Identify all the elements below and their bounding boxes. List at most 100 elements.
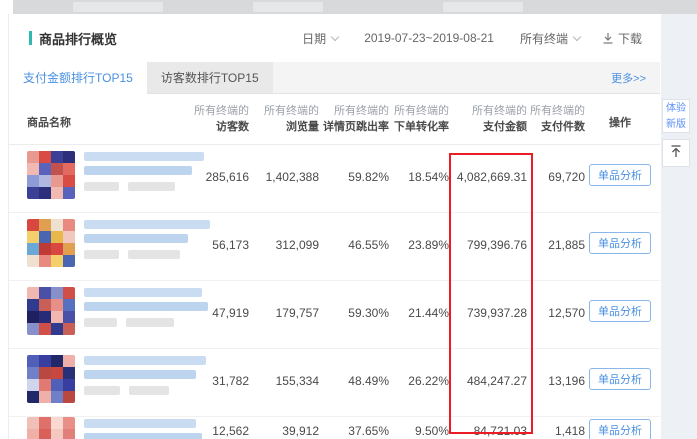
product-thumbnail[interactable] xyxy=(27,151,75,199)
bounce-rate-value: 59.30% xyxy=(319,307,389,348)
download-button[interactable]: 下载 xyxy=(602,30,642,47)
conversion-rate-value: 21.44% xyxy=(389,307,449,348)
conversion-rate-value: 18.54% xyxy=(389,171,449,212)
visitors-value: 47,919 xyxy=(187,307,249,348)
views-value: 312,099 xyxy=(249,239,319,280)
payment-items-value: 21,885 xyxy=(527,239,585,280)
views-value: 155,334 xyxy=(249,375,319,416)
payment-items-value: 1,418 xyxy=(527,425,585,439)
views-value: 39,912 xyxy=(249,425,319,439)
chevron-down-icon xyxy=(331,32,339,40)
back-to-top-button[interactable] xyxy=(662,139,690,167)
views-value: 179,757 xyxy=(249,307,319,348)
date-range-value[interactable]: 2019-07-23~2019-08-21 xyxy=(364,31,494,45)
header-prefix: 所有终端的 xyxy=(319,104,389,119)
metric-column-headers: 所有终端的访客数所有终端的浏览量所有终端的详情页跳出率所有终端的下单转化率所有终… xyxy=(187,94,585,144)
item-analysis-button[interactable]: 单品分析 xyxy=(589,300,651,322)
conversion-rate-value: 23.89% xyxy=(389,239,449,280)
title-accent-bar xyxy=(29,31,32,45)
payment-amount-value: 799,396.76 xyxy=(449,239,527,280)
header-prefix: 所有终端的 xyxy=(389,104,449,119)
column-header-product-name: 商品名称 xyxy=(27,94,187,144)
bounce-rate-value: 59.82% xyxy=(319,171,389,212)
header-metric-name: 浏览量 xyxy=(249,119,319,135)
header-metric-name: 访客数 xyxy=(187,119,249,135)
header-controls: 日期 2019-07-23~2019-08-21 所有终端 下载 xyxy=(302,30,660,47)
visitors-value: 31,782 xyxy=(187,375,249,416)
product-cell xyxy=(27,145,187,212)
header-metric-name: 支付件数 xyxy=(527,119,585,135)
item-analysis-button[interactable]: 单品分析 xyxy=(589,232,651,254)
column-header-metric-4: 所有终端的支付金额 xyxy=(449,94,527,144)
bounce-rate-value: 48.49% xyxy=(319,375,389,416)
bounce-rate-value: 46.55% xyxy=(319,239,389,280)
table-row: 285,6161,402,38859.82%18.54%4,082,669.31… xyxy=(9,145,660,213)
back-to-top-icon xyxy=(669,144,683,163)
tab-visitors-top15[interactable]: 访客数排行TOP15 xyxy=(147,62,273,94)
product-name-blurred[interactable] xyxy=(84,419,202,439)
conversion-rate-value: 9.50% xyxy=(389,425,449,439)
terminal-dropdown[interactable]: 所有终端 xyxy=(520,30,580,47)
payment-amount-value: 484,247.27 xyxy=(449,375,527,416)
product-cell xyxy=(27,281,187,348)
action-cell: 单品分析 xyxy=(585,145,655,212)
date-dropdown[interactable]: 日期 xyxy=(302,30,338,47)
item-analysis-button[interactable]: 单品分析 xyxy=(589,368,651,390)
payment-amount-value: 739,937.28 xyxy=(449,307,527,348)
header-metric-name: 支付金额 xyxy=(449,119,527,135)
page-side-background xyxy=(661,14,697,439)
table-header-row: 商品名称 所有终端的访客数所有终端的浏览量所有终端的详情页跳出率所有终端的下单转… xyxy=(9,94,660,145)
table-row: 56,173312,09946.55%23.89%799,396.7621,88… xyxy=(9,213,660,281)
action-cell: 单品分析 xyxy=(585,417,655,439)
product-cell xyxy=(27,213,187,280)
tab-bar: 支付金额排行TOP15 访客数排行TOP15 更多>> xyxy=(9,62,660,94)
visitors-value: 285,616 xyxy=(187,171,249,212)
product-cell xyxy=(27,349,187,416)
payment-items-value: 69,720 xyxy=(527,171,585,212)
panel-title-row: 商品排行概览 日期 2019-07-23~2019-08-21 所有终端 下载 xyxy=(9,14,660,62)
download-icon xyxy=(602,32,614,44)
column-header-metric-2: 所有终端的详情页跳出率 xyxy=(319,94,389,144)
header-prefix: 所有终端的 xyxy=(249,104,319,119)
more-link[interactable]: 更多>> xyxy=(611,70,646,86)
bounce-rate-value: 37.65% xyxy=(319,425,389,439)
column-header-metric-3: 所有终端的下单转化率 xyxy=(389,94,449,144)
column-header-metric-1: 所有终端的浏览量 xyxy=(249,94,319,144)
item-analysis-button[interactable]: 单品分析 xyxy=(589,164,651,186)
page-top-cutoff-strip xyxy=(13,0,697,14)
product-thumbnail[interactable] xyxy=(27,219,75,267)
action-cell: 单品分析 xyxy=(585,213,655,280)
column-header-metric-0: 所有终端的访客数 xyxy=(187,94,249,144)
payment-items-value: 12,570 xyxy=(527,307,585,348)
product-name-blurred[interactable] xyxy=(84,152,204,212)
action-cell: 单品分析 xyxy=(585,349,655,416)
table-row: 31,782155,33448.49%26.22%484,247.2713,19… xyxy=(9,349,660,417)
tab-payment-amount-top15[interactable]: 支付金额排行TOP15 xyxy=(9,62,147,94)
table-body: 285,6161,402,38859.82%18.54%4,082,669.31… xyxy=(9,145,660,439)
header-prefix: 所有终端的 xyxy=(187,104,249,119)
visitors-value: 12,562 xyxy=(187,425,249,439)
table-row: 12,56239,91237.65%9.50%84,721.031,418 单品分… xyxy=(9,417,660,439)
product-ranking-panel: 商品排行概览 日期 2019-07-23~2019-08-21 所有终端 下载 … xyxy=(8,14,660,439)
payment-amount-value: 4,082,669.31 xyxy=(449,171,527,212)
header-prefix: 所有终端的 xyxy=(527,104,585,119)
chevron-down-icon xyxy=(573,32,581,40)
header-metric-name: 详情页跳出率 xyxy=(319,119,389,135)
header-prefix: 所有终端的 xyxy=(449,104,527,119)
column-header-action: 操作 xyxy=(585,94,655,144)
table-row: 47,919179,75759.30%21.44%739,937.2812,57… xyxy=(9,281,660,349)
header-metric-name: 下单转化率 xyxy=(389,119,449,135)
item-analysis-button[interactable]: 单品分析 xyxy=(589,419,651,439)
action-cell: 单品分析 xyxy=(585,281,655,348)
product-thumbnail[interactable] xyxy=(27,417,75,439)
views-value: 1,402,388 xyxy=(249,171,319,212)
product-thumbnail[interactable] xyxy=(27,355,75,403)
page-title: 商品排行概览 xyxy=(39,29,117,48)
try-new-version-button[interactable]: 体验新版 xyxy=(662,99,690,133)
conversion-rate-value: 26.22% xyxy=(389,375,449,416)
payment-items-value: 13,196 xyxy=(527,375,585,416)
payment-amount-value: 84,721.03 xyxy=(449,425,527,439)
product-cell xyxy=(27,417,187,439)
tab-bar-filler: 更多>> xyxy=(273,62,660,94)
product-thumbnail[interactable] xyxy=(27,287,75,335)
